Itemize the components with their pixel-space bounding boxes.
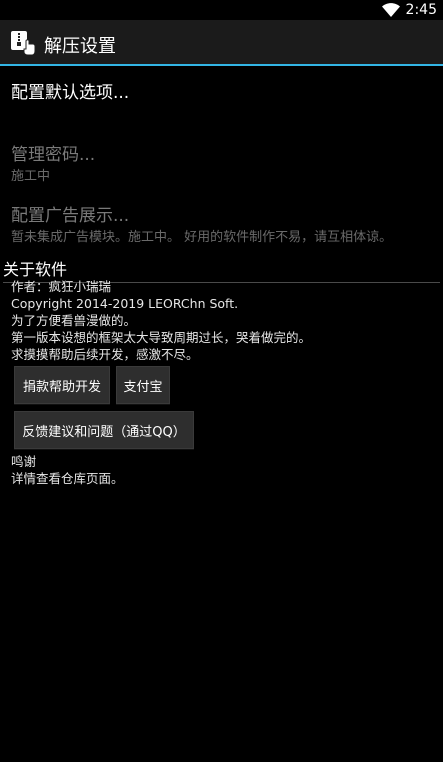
status-time: 2:45 (405, 2, 437, 18)
thanks-section: 鸣谢 详情查看仓库页面。 (11, 453, 436, 487)
about-line-copyright: Copyright 2014-2019 LEORChn Soft. (11, 296, 239, 311)
donate-button[interactable]: 捐款帮助开发 (14, 366, 110, 404)
about-line-purpose: 为了方便看兽漫做的。 (11, 313, 137, 328)
alipay-button[interactable]: 支付宝 (116, 366, 170, 404)
feedback-qq-button[interactable]: 反馈建议和问题（通过QQ） (14, 411, 194, 449)
status-bar: 2:45 (0, 0, 443, 20)
action-bar: 解压设置 (0, 20, 443, 66)
pref-manage-password: 管理密码... 施工中 (11, 144, 436, 186)
page-title: 解压设置 (44, 36, 116, 57)
pref-summary: 施工中 (11, 169, 51, 184)
pref-title: 管理密码... (11, 145, 96, 165)
about-line-history: 第一版本设想的框架太大导致周期过长，哭着做完的。 (11, 330, 312, 345)
about-text: 作者：疯狂小瑞瑞 Copyright 2014-2019 LEORChn Sof… (11, 278, 436, 363)
pref-default-options[interactable]: 配置默认选项... (11, 82, 436, 122)
pref-ad-display: 配置广告展示... 暂未集成广告模块。施工中。 好用的软件制作不易，请互相体谅。 (11, 205, 436, 247)
pref-title: 配置广告展示... (11, 206, 130, 226)
about-line-request: 求摸摸帮助后续开发，感激不尽。 (11, 347, 199, 362)
pref-title: 配置默认选项... (11, 83, 130, 103)
pref-summary: 暂未集成广告模块。施工中。 好用的软件制作不易，请互相体谅。 (11, 230, 393, 245)
wifi-icon (381, 3, 400, 17)
thanks-title: 鸣谢 (11, 454, 37, 469)
app-archive-icon[interactable] (10, 29, 36, 55)
status-icons: 2:45 (381, 1, 437, 19)
about-line-author: 作者：疯狂小瑞瑞 (11, 279, 112, 294)
thanks-detail: 详情查看仓库页面。 (11, 471, 124, 486)
